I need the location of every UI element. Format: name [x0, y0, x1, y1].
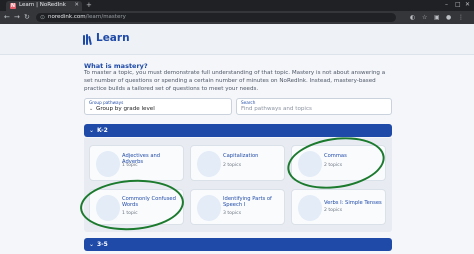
mastery-description: To master a topic, you must demonstrate … [84, 70, 386, 92]
pathway-card-verbs-i-simple-tenses[interactable]: Verbs I: Simple Tenses 2 topics [291, 189, 386, 225]
noredink-favicon: N [10, 3, 16, 9]
page-header: Learn [0, 24, 474, 55]
new-tab-icon[interactable]: + [86, 1, 92, 9]
menu-icon[interactable]: ⋮ [458, 13, 464, 22]
group-pathways-select[interactable]: Group pathways ⌄ Group by grade level [84, 98, 232, 115]
url-host: noredink.com [48, 14, 86, 20]
tab-title: Learn | NoRedInk [19, 2, 66, 8]
profile-icon[interactable]: ● [446, 13, 451, 22]
page-title: Learn [96, 32, 130, 44]
tab-close-icon[interactable]: ✕ [74, 2, 79, 8]
mastery-heading: What is mastery? [84, 62, 148, 70]
section-label: 3-5 [97, 241, 108, 248]
card-title: Capitalization [223, 153, 259, 159]
reload-icon[interactable]: ↻ [24, 13, 30, 22]
pathway-card-identifying-parts-of-speech-i[interactable]: Identifying Parts of Speech I 3 topics [190, 189, 285, 225]
maximize-icon[interactable]: □ [455, 1, 461, 8]
group-pathways-value: Group by grade level [96, 106, 155, 112]
browser-tab[interactable]: N Learn | NoRedInk ✕ [6, 1, 82, 11]
back-icon[interactable]: ← [4, 13, 10, 22]
search-field[interactable]: Search Find pathways and topics [236, 98, 392, 115]
search-label: Search [241, 100, 256, 105]
site-info-icon[interactable]: ⊙ [40, 13, 45, 22]
browser-tab-strip: N Learn | NoRedInk ✕ + – □ ✕ [0, 0, 474, 11]
pathway-illustration [96, 151, 120, 177]
url-text: noredink.com/learn/mastery [48, 13, 126, 22]
browser-toolbar: ← → ↻ ⊙ noredink.com/learn/mastery ◐ ☆ ▣… [0, 11, 474, 24]
pathway-illustration [298, 195, 322, 221]
chevron-down-icon: ⌄ [89, 106, 94, 112]
card-topic-count: 2 topics [324, 208, 343, 213]
card-topic-count: 1 topic [122, 163, 138, 168]
card-topic-count: 3 topics [223, 211, 242, 216]
section-header-k-2[interactable]: ⌄ K-2 [84, 124, 392, 137]
address-bar[interactable]: ⊙ noredink.com/learn/mastery [36, 13, 396, 22]
chevron-down-icon: ⌄ [89, 127, 95, 134]
card-topic-count: 2 topics [223, 163, 242, 168]
minimize-icon[interactable]: – [445, 1, 448, 8]
pathway-illustration [197, 195, 221, 221]
pathway-card-capitalization[interactable]: Capitalization 2 topics [190, 145, 285, 181]
pathway-illustration [197, 151, 221, 177]
card-title: Verbs I: Simple Tenses [324, 200, 382, 206]
forward-icon[interactable]: → [14, 13, 20, 22]
extensions-icon[interactable]: ▣ [434, 13, 440, 22]
pathway-card-adjectives-and-adverbs[interactable]: Adjectives and Adverbs 1 topic [89, 145, 184, 181]
incognito-icon[interactable]: ◐ [410, 13, 415, 22]
group-pathways-label: Group pathways [89, 100, 124, 105]
card-title: Identifying Parts of Speech I [223, 196, 272, 208]
url-path: /learn/mastery [85, 14, 126, 20]
learn-books-icon [83, 34, 93, 46]
section-label: K-2 [97, 127, 108, 134]
section-header-3-5[interactable]: ⌄ 3-5 [84, 238, 392, 251]
close-window-icon[interactable]: ✕ [465, 1, 470, 8]
search-input[interactable]: Find pathways and topics [241, 106, 312, 112]
bookmark-star-icon[interactable]: ☆ [422, 13, 427, 22]
chevron-down-icon: ⌄ [89, 241, 95, 248]
